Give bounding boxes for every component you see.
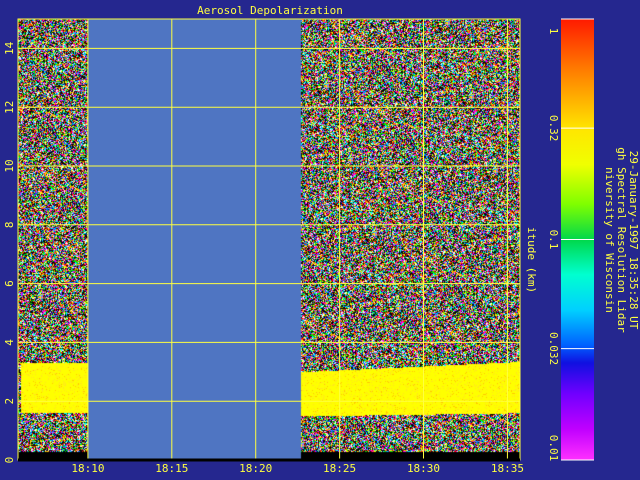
plot-area	[18, 19, 520, 460]
annotation-line-1: niversity of Wisconsin	[603, 167, 616, 313]
x-tick-label: 18:10	[71, 462, 104, 475]
y-tick-label: 14	[3, 41, 16, 55]
y-tick-label: 12	[3, 101, 16, 114]
annotation-line-2: gh Spectral Resolution Lidar	[615, 147, 628, 333]
y-tick-label: 10	[3, 159, 16, 172]
colorbar-tick-label: 0.1	[547, 230, 560, 250]
y-tick-label: 2	[3, 398, 16, 405]
y-tick-label: 8	[3, 221, 16, 228]
x-tick-label: 18:25	[323, 462, 356, 475]
colorbar-tick-label: 0.32	[547, 115, 560, 142]
y-axis-label: itude (km)	[525, 227, 538, 293]
x-tick-label: 18:15	[155, 462, 188, 475]
chart-title: Aerosol Depolarization	[197, 4, 343, 17]
y-tick-label: 0	[3, 457, 16, 464]
colorbar-tick-label: 0.01	[547, 435, 560, 462]
depolarization-raster	[18, 19, 520, 460]
y-tick-label: 6	[3, 280, 16, 287]
info-annotation: niversity of Wisconsin gh Spectral Resol…	[603, 147, 640, 333]
colorbar-tick-label: 1	[547, 28, 560, 35]
lidar-depolarization-chart: Aerosol Depolarization 18:10 18:15 18:20 18…	[3, 4, 640, 475]
x-tick-label: 18:30	[407, 462, 440, 475]
x-tick-label: 18:35	[491, 462, 524, 475]
x-axis-ticks: 18:10 18:15 18:20 18:25 18:30 18:35	[71, 462, 524, 475]
y-axis-ticks: 0 2 4 6 8 10 12 14	[3, 41, 16, 463]
x-tick-label: 18:20	[239, 462, 272, 475]
annotation-line-3: 29-January-1997 18:35:28 UT	[627, 151, 640, 330]
colorbar-tick-label: 0.032	[547, 332, 560, 365]
y-tick-label: 4	[3, 339, 16, 346]
